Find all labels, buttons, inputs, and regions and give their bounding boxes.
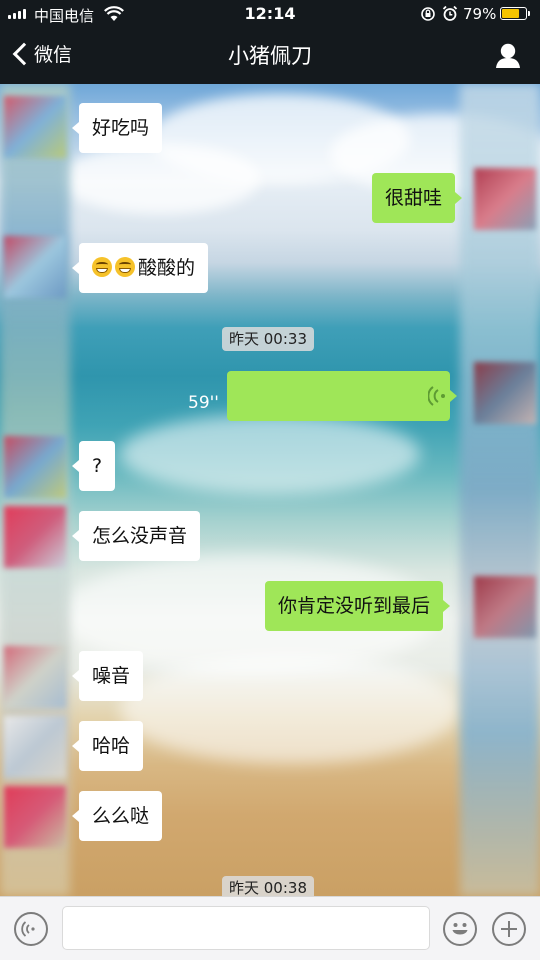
voice-wave-icon — [428, 386, 445, 406]
avatar[interactable] — [4, 716, 66, 778]
message-bubble[interactable]: 酸酸的 — [71, 243, 209, 293]
message-input[interactable] — [62, 906, 430, 950]
avatar[interactable] — [4, 506, 66, 568]
voice-toggle-icon — [21, 921, 35, 937]
chat-title: 小猪佩刀 — [228, 44, 312, 68]
avatar[interactable] — [4, 786, 66, 848]
voice-message[interactable] — [227, 371, 457, 421]
timestamp: 昨天 00:33 — [222, 327, 314, 351]
message-bubble[interactable]: 噪音 — [71, 651, 144, 701]
plus-icon — [501, 921, 517, 937]
avatar[interactable] — [4, 96, 66, 158]
voice-toggle-button[interactable] — [14, 912, 48, 946]
avatar[interactable] — [4, 646, 66, 708]
message-bubble[interactable]: ? — [71, 441, 116, 491]
battery-icon — [500, 7, 527, 20]
avatar[interactable] — [4, 436, 66, 498]
avatar[interactable] — [474, 168, 536, 230]
message-list[interactable]: 好吃吗 很甜哇 酸酸的 昨天 00:33 59'' ? 怎么没声音 你肯定没听到… — [0, 84, 540, 900]
message-bubble[interactable]: 你肯定没听到最后 — [265, 581, 451, 631]
orientation-lock-icon — [420, 6, 436, 26]
avatar[interactable] — [474, 362, 536, 424]
grin-emoji-icon — [115, 257, 135, 277]
chat-header: 微信 小猪佩刀 — [0, 28, 540, 84]
message-bubble[interactable]: 好吃吗 — [71, 103, 163, 153]
alarm-icon — [442, 5, 458, 26]
chat-info-button[interactable] — [492, 40, 524, 72]
message-bubble[interactable]: 么么哒 — [71, 791, 163, 841]
message-bubble[interactable]: 哈哈 — [71, 721, 144, 771]
battery-percent: 79% — [463, 5, 497, 23]
grin-emoji-icon — [92, 257, 112, 277]
message-bubble[interactable]: 怎么没声音 — [71, 511, 201, 561]
status-bar: 中国电信 12:14 79% — [0, 0, 540, 28]
more-button[interactable] — [492, 912, 526, 946]
clock: 12:14 — [244, 4, 296, 23]
person-icon — [496, 43, 520, 68]
avatar[interactable] — [4, 236, 66, 298]
emoji-button[interactable] — [443, 912, 477, 946]
avatar[interactable] — [474, 576, 536, 638]
message-bubble[interactable]: 很甜哇 — [372, 173, 463, 223]
voice-duration: 59'' — [188, 393, 219, 413]
input-bar — [0, 896, 540, 960]
emoji-icon — [452, 923, 468, 935]
